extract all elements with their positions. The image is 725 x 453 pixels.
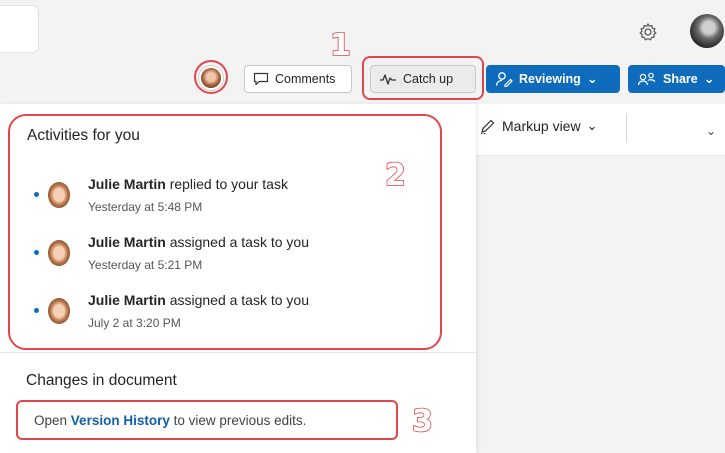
- changes-heading: Changes in document: [26, 372, 177, 389]
- callout-number-1: 1: [329, 27, 351, 64]
- comments-button[interactable]: Comments: [244, 65, 352, 93]
- section-divider: [0, 352, 476, 353]
- chevron-down-icon: ⌄: [586, 71, 598, 87]
- markup-view-label: Markup view: [502, 118, 581, 134]
- annotation-ring-presence: [194, 60, 228, 94]
- annotation-box-activities: [8, 114, 442, 350]
- app-window: Comments Catch up Reviewing ⌄ Share ⌄ Ma…: [0, 0, 725, 453]
- top-bar: [0, 0, 725, 60]
- reviewing-label: Reviewing: [519, 72, 581, 86]
- annotation-box-version-history: [16, 400, 398, 440]
- user-account-avatar[interactable]: [690, 14, 724, 48]
- search-box-edge[interactable]: [0, 6, 38, 52]
- comments-label: Comments: [275, 72, 336, 86]
- chevron-down-icon: ⌄: [586, 118, 598, 134]
- chevron-down-icon: ⌄: [703, 71, 715, 87]
- markup-view-dropdown[interactable]: Markup view ⌄: [480, 118, 598, 134]
- share-people-icon: [637, 72, 656, 86]
- callout-number-2: 2: [384, 157, 406, 194]
- more-options-chevron-icon[interactable]: ⌄: [706, 124, 716, 138]
- reviewing-icon: [495, 72, 513, 87]
- settings-gear-icon[interactable]: [638, 22, 658, 42]
- annotation-box-catch-up: [362, 56, 484, 100]
- callout-number-3: 3: [411, 403, 433, 440]
- comment-icon: [253, 72, 269, 86]
- document-canvas: [476, 104, 725, 453]
- toolbar-separator: [626, 114, 627, 142]
- share-button[interactable]: Share ⌄: [628, 65, 725, 93]
- reviewing-mode-button[interactable]: Reviewing ⌄: [486, 65, 620, 93]
- share-label: Share: [663, 72, 698, 86]
- markup-pen-icon: [481, 119, 495, 134]
